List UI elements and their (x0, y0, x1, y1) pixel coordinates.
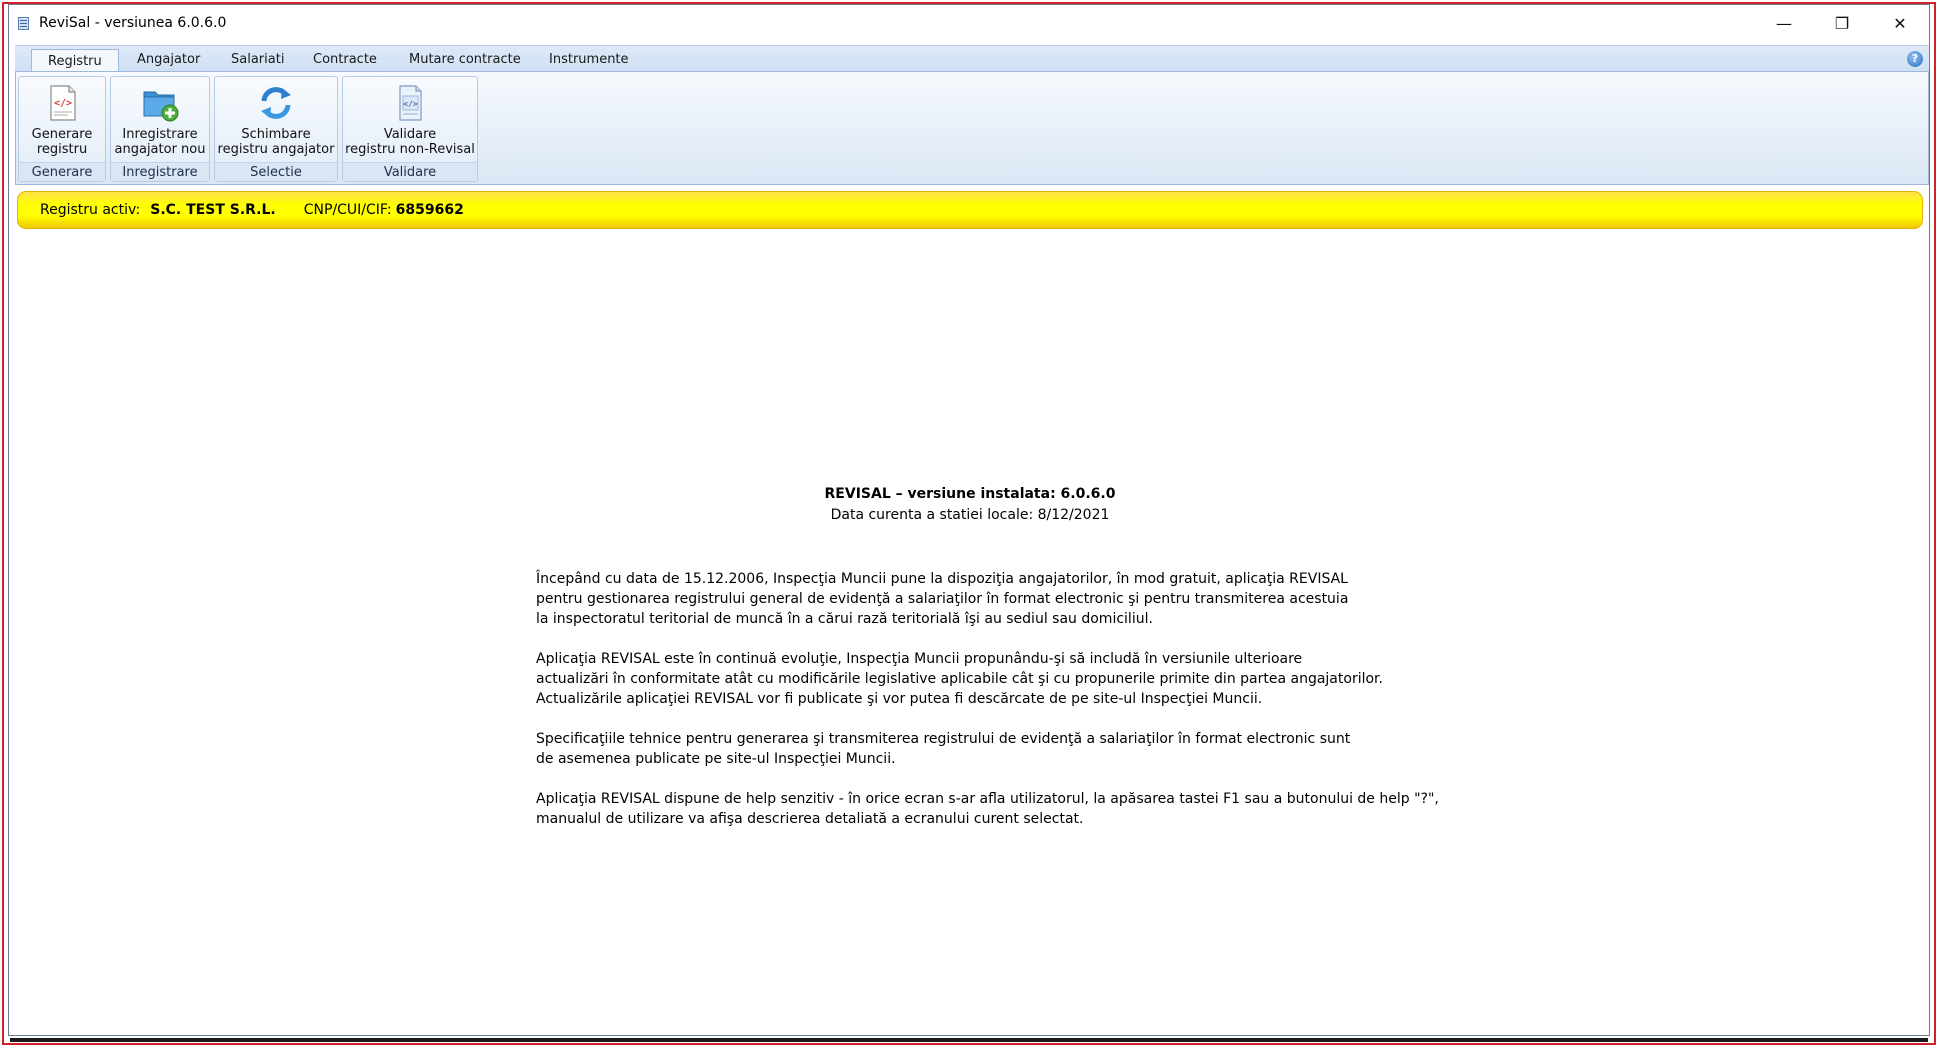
paragraph-line: pentru gestionarea registrului general d… (536, 591, 1349, 607)
paragraph-line: Actualizările aplicaţiei REVISAL vor fi … (536, 691, 1263, 707)
info-paragraph-4: Aplicaţia REVISAL dispune de help senzit… (536, 789, 1439, 829)
validare-label-line1: Validare (383, 127, 437, 142)
version-title: REVISAL – versiune instalata: 6.0.6.0 (824, 486, 1116, 502)
group-caption-validare: Validare (343, 162, 477, 181)
ribbon-group-selectie: Schimbare registru angajator Selectie (214, 76, 338, 182)
paragraph-line: actualizări în conformitate atât cu modi… (536, 671, 1383, 687)
app-icon (17, 16, 31, 30)
info-paragraph-1: Începând cu data de 15.12.2006, Inspecţi… (536, 569, 1436, 629)
cif-value: 6859662 (395, 202, 464, 218)
minimize-button[interactable]: — (1755, 5, 1813, 41)
svg-text:</>: </> (54, 98, 72, 109)
help-icon[interactable]: ? (1907, 51, 1923, 67)
window-controls: — ❐ ✕ (1755, 5, 1929, 41)
app-window: ReviSal - versiunea 6.0.6.0 — ❐ ✕ Regist… (8, 4, 1930, 1036)
paragraph-line: de asemenea publicate pe site-ul Inspecţ… (536, 751, 896, 767)
generare-label-line2: registru (36, 142, 88, 157)
cif-label: CNP/CUI/CIF: (303, 202, 392, 218)
paragraph-line: Aplicaţia REVISAL este în continuă evolu… (536, 651, 1303, 667)
ribbon-group-inregistrare: Inregistrare angajator nou Inregistrare (110, 76, 210, 182)
paragraph-line: Specificaţiile tehnice pentru generarea … (536, 731, 1351, 747)
paragraph-line: la inspectoratul teritorial de muncă în … (536, 611, 1153, 627)
tab-contracte[interactable]: Contracte (297, 48, 393, 72)
ribbon-panel: </> Generare registru Generare Inregistr… (15, 71, 1929, 185)
tab-mutare-contracte[interactable]: Mutare contracte (393, 48, 537, 72)
active-registry-bar: Registru activ: S.C. TEST S.R.L. CNP/CUI… (17, 191, 1923, 229)
validate-document-icon: </> (399, 85, 422, 121)
inregistrare-angajator-button[interactable]: Inregistrare angajator nou (111, 77, 209, 163)
folder-add-icon (143, 91, 179, 122)
info-paragraph-2: Aplicaţia REVISAL este în continuă evolu… (536, 649, 1436, 709)
paragraph-line: Aplicaţia REVISAL dispune de help senzit… (536, 791, 1439, 807)
active-registry-label: Registru activ: (40, 202, 141, 218)
xml-document-icon: </> (50, 85, 76, 121)
validare-registru-button[interactable]: </> Validare registru non-Revisal (343, 77, 477, 163)
close-button[interactable]: ✕ (1871, 5, 1929, 41)
ribbon-tab-bar: Registru Angajator Salariati Contracte M… (15, 45, 1929, 73)
group-caption-inregistrare: Inregistrare (111, 162, 209, 181)
group-caption-generare: Generare (19, 162, 105, 181)
schimbare-label-line2: registru angajator (217, 142, 335, 157)
minimize-icon: — (1776, 13, 1792, 33)
paragraph-line: manualul de utilizare va afişa descriere… (536, 811, 1084, 827)
inregistrare-label-line1: Inregistrare (122, 127, 198, 142)
group-caption-selectie: Selectie (215, 162, 337, 181)
schimbare-label-line1: Schimbare (241, 127, 311, 142)
tab-angajator[interactable]: Angajator (121, 48, 216, 72)
tab-registru[interactable]: Registru (31, 49, 119, 73)
generare-registru-button[interactable]: </> Generare registru (19, 77, 105, 163)
main-content: REVISAL – versiune instalata: 6.0.6.0 Da… (9, 231, 1929, 1031)
title-bar: ReviSal - versiunea 6.0.6.0 — ❐ ✕ (9, 5, 1929, 41)
schimbare-registru-button[interactable]: Schimbare registru angajator (215, 77, 337, 163)
generare-label-line1: Generare (31, 127, 93, 142)
close-icon: ✕ (1893, 13, 1907, 33)
inregistrare-label-line2: angajator nou (114, 142, 206, 157)
window-title: ReviSal - versiunea 6.0.6.0 (39, 15, 227, 31)
tab-salariati[interactable]: Salariati (215, 48, 300, 72)
active-company-name: S.C. TEST S.R.L. (150, 202, 276, 218)
paragraph-line: Începând cu data de 15.12.2006, Inspecţi… (536, 571, 1348, 587)
restore-icon: ❐ (1834, 13, 1850, 33)
refresh-icon (261, 87, 291, 119)
taskbar-edge (10, 1038, 1928, 1042)
restore-button[interactable]: ❐ (1813, 5, 1871, 41)
ribbon-group-generare: </> Generare registru Generare (18, 76, 106, 182)
tab-instrumente[interactable]: Instrumente (533, 48, 645, 72)
validare-label-line2: registru non-Revisal (345, 142, 475, 157)
ribbon-group-validare: </> Validare registru non-Revisal Valida… (342, 76, 478, 182)
local-date: Data curenta a statiei locale: 8/12/2021 (830, 507, 1110, 523)
info-paragraph-3: Specificaţiile tehnice pentru generarea … (536, 729, 1436, 769)
svg-text:</>: </> (403, 100, 418, 109)
